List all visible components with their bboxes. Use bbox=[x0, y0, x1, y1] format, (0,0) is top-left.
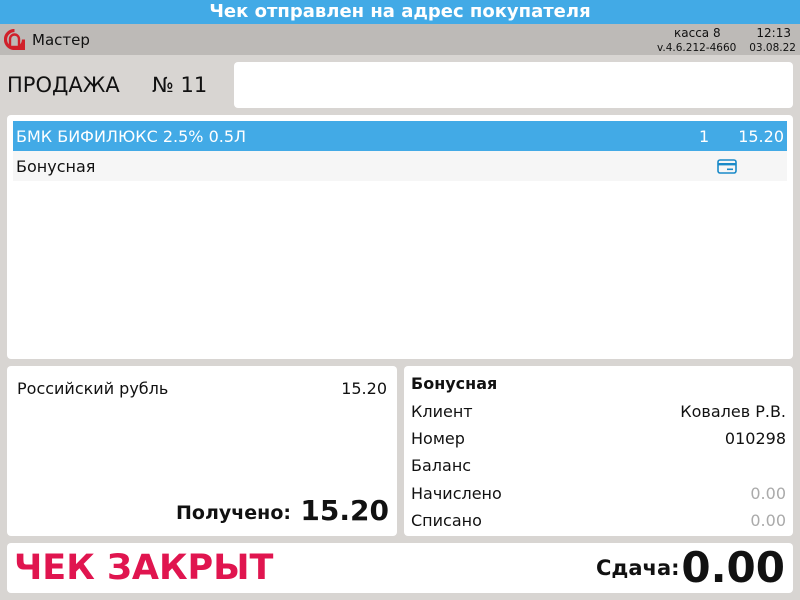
notification-banner: Чек отправлен на адрес покупателя bbox=[0, 0, 800, 24]
status-bar: Мастер касса 8 12:13 v.4.6.212-4660 03.0… bbox=[0, 24, 800, 55]
change-value: 0.00 bbox=[681, 543, 785, 592]
bonus-card-panel: Бонусная Клиент Ковалев Р.В. Номер 01029… bbox=[404, 366, 793, 536]
bonus-written-off-label: Списано bbox=[411, 511, 482, 530]
bonus-client-row: Клиент Ковалев Р.В. bbox=[411, 402, 786, 424]
user-name[interactable]: Мастер bbox=[32, 31, 90, 49]
bonus-card-title: Бонусная bbox=[411, 374, 498, 393]
bonus-line-label: Бонусная bbox=[16, 157, 96, 176]
bonus-line-row[interactable]: Бонусная bbox=[13, 151, 787, 181]
bonus-written-off-value: 0.00 bbox=[750, 511, 786, 530]
register-label: касса 8 bbox=[674, 26, 721, 40]
bonus-number-row: Номер 010298 bbox=[411, 429, 786, 451]
item-quantity: 1 bbox=[699, 127, 710, 146]
change-label: Сдача: bbox=[596, 556, 680, 580]
receipt-closed-status: ЧЕК ЗАКРЫТ bbox=[14, 548, 274, 588]
bonus-number-label: Номер bbox=[411, 429, 465, 448]
bonus-balance-row: Баланс bbox=[411, 456, 786, 478]
payment-panel: Российский рубль 15.20 Получено: 15.20 bbox=[7, 366, 397, 536]
received-label: Получено: bbox=[176, 502, 291, 524]
payment-amount: 15.20 bbox=[341, 379, 387, 398]
bonus-accrued-value: 0.00 bbox=[750, 484, 786, 503]
bonus-number-value: 010298 bbox=[724, 429, 786, 448]
payment-currency: Российский рубль bbox=[17, 379, 169, 398]
bonus-written-off-row: Списано 0.00 bbox=[411, 511, 786, 533]
date-label: 03.08.22 bbox=[749, 42, 796, 54]
item-price: 15.20 bbox=[738, 127, 784, 146]
bonus-client-value: Ковалев Р.В. bbox=[680, 402, 786, 421]
app-logo-icon bbox=[4, 29, 25, 50]
receipt-items-panel: БМК БИФИЛЮКС 2.5% 0.5Л 1 15.20 Бонусная bbox=[7, 115, 793, 359]
version-label: v.4.6.212-4660 bbox=[657, 42, 737, 54]
barcode-input[interactable] bbox=[234, 62, 793, 108]
item-name: БМК БИФИЛЮКС 2.5% 0.5Л bbox=[16, 127, 247, 146]
receipt-item-row[interactable]: БМК БИФИЛЮКС 2.5% 0.5Л 1 15.20 bbox=[13, 121, 787, 151]
sale-title: ПРОДАЖА bbox=[7, 73, 120, 97]
bonus-balance-label: Баланс bbox=[411, 456, 472, 475]
receipt-status-panel: ЧЕК ЗАКРЫТ Сдача: 0.00 bbox=[7, 543, 793, 593]
sale-number: № 11 bbox=[152, 73, 208, 97]
bonus-accrued-row: Начислено 0.00 bbox=[411, 484, 786, 506]
bonus-accrued-label: Начислено bbox=[411, 484, 502, 503]
card-icon bbox=[717, 159, 737, 174]
received-value: 15.20 bbox=[300, 494, 389, 527]
clock: 12:13 bbox=[756, 26, 791, 40]
bonus-client-label: Клиент bbox=[411, 402, 473, 421]
